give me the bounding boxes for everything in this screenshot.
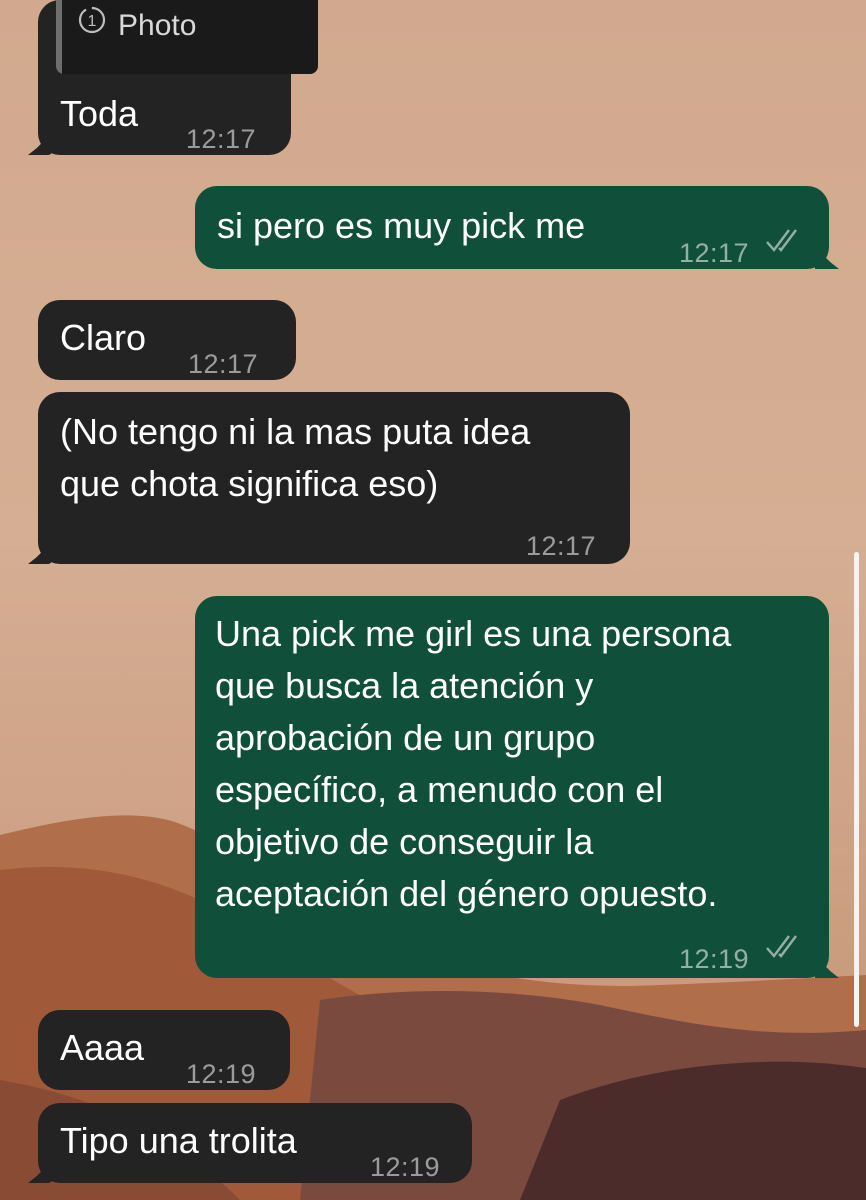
- double-check-icon: [766, 229, 797, 252]
- message-timestamp: 12:17: [186, 124, 257, 154]
- quoted-photo-label: Photo: [118, 9, 197, 42]
- message-text: Tipo una trolita: [60, 1120, 297, 1161]
- message-timestamp: 12:17: [679, 238, 750, 268]
- message-bubble-incoming[interactable]: (No tengo ni la mas puta idea que chota …: [28, 392, 630, 564]
- scrollbar[interactable]: [854, 552, 859, 1027]
- message-text: Aaaa: [60, 1027, 145, 1068]
- message-timestamp: 12:19: [370, 1152, 441, 1182]
- message-text: si pero es muy pick me: [217, 205, 586, 246]
- quoted-photo-preview[interactable]: 1 Photo: [56, 0, 318, 74]
- message-bubble-incoming[interactable]: Aaaa 12:19: [38, 1010, 290, 1090]
- message-text: (No tengo ni la mas puta idea que chota …: [60, 411, 531, 504]
- double-check-icon: [766, 935, 797, 958]
- message-bubble-incoming[interactable]: 1 Photo Toda 12:17: [28, 0, 318, 155]
- message-text: Una pick me girl es una persona que busc…: [215, 613, 732, 914]
- message-bubble-outgoing[interactable]: Una pick me girl es una persona que busc…: [195, 596, 839, 978]
- message-timestamp: 12:17: [526, 531, 597, 561]
- message-timestamp: 12:19: [186, 1059, 257, 1089]
- quote-accent-bar: [56, 0, 62, 74]
- message-bubble-outgoing[interactable]: si pero es muy pick me 12:17: [195, 186, 839, 269]
- message-bubble-incoming[interactable]: Tipo una trolita 12:19: [28, 1103, 472, 1183]
- view-once-icon: 1: [78, 6, 106, 34]
- message-text: Claro: [60, 317, 147, 358]
- message-text: Toda: [60, 93, 139, 134]
- message-bubble-incoming[interactable]: Claro 12:17: [38, 300, 296, 380]
- message-timestamp: 12:19: [679, 944, 750, 974]
- svg-text:1: 1: [88, 13, 97, 30]
- message-timestamp: 12:17: [188, 349, 259, 379]
